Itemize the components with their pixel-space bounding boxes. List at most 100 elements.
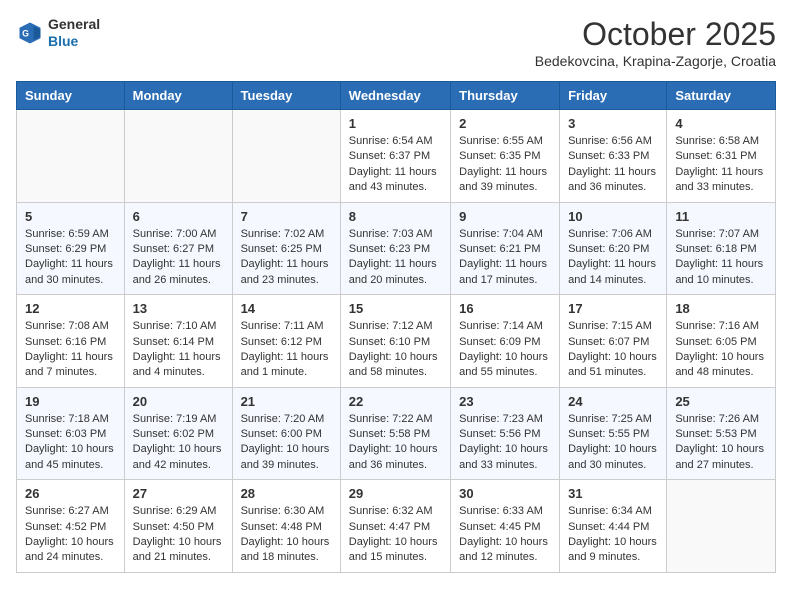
day-info: Sunrise: 7:25 AM Sunset: 5:55 PM Dayligh… [568, 412, 658, 474]
day-number: 28 [241, 486, 332, 501]
day-number: 4 [675, 116, 767, 131]
calendar-week-row: 1 Sunrise: 6:54 AM Sunset: 6:37 PM Daylig… [17, 110, 776, 203]
calendar-day-cell: 3 Sunrise: 6:56 AM Sunset: 6:33 PM Daylig… [560, 110, 667, 203]
calendar-day-cell: 15 Sunrise: 7:12 AM Sunset: 6:10 PM Dayli… [340, 295, 450, 388]
calendar-day-cell: 17Sunrise: 7:15 AM Sunset: 6:07 PM Dayli… [560, 295, 667, 388]
day-number: 21 [241, 394, 332, 409]
day-number: 20 [133, 394, 224, 409]
weekday-header-wednesday: Wednesday [340, 82, 450, 110]
day-info: Sunrise: 7:00 AM Sunset: 6:27 PM Dayligh… [133, 227, 224, 289]
svg-text:G: G [22, 28, 29, 38]
calendar-week-row: 5Sunrise: 6:59 AM Sunset: 6:29 PM Daylig… [17, 202, 776, 295]
location-subtitle: Bedekovcina, Krapina-Zagorje, Croatia [535, 53, 776, 69]
weekday-header-friday: Friday [560, 82, 667, 110]
day-info: Sunrise: 6:30 AM Sunset: 4:48 PM Dayligh… [241, 504, 332, 566]
calendar-day-cell: 27 Sunrise: 6:29 AM Sunset: 4:50 PM Dayli… [124, 480, 232, 573]
day-number: 1 [349, 116, 442, 131]
weekday-header-thursday: Thursday [451, 82, 560, 110]
day-info: Sunrise: 7:06 AM Sunset: 6:20 PM Dayligh… [568, 227, 658, 289]
calendar-day-cell: 10 Sunrise: 7:06 AM Sunset: 6:20 PM Dayli… [560, 202, 667, 295]
calendar-day-cell: 19 Sunrise: 7:18 AM Sunset: 6:03 PM Dayli… [17, 387, 125, 480]
day-info: Sunrise: 7:11 AM Sunset: 6:12 PM Dayligh… [241, 319, 332, 381]
logo-blue-text: Blue [48, 33, 100, 50]
day-info: Sunrise: 7:23 AM Sunset: 5:56 PM Dayligh… [459, 412, 551, 474]
day-number: 13 [133, 301, 224, 316]
day-number: 29 [349, 486, 442, 501]
weekday-header-tuesday: Tuesday [232, 82, 340, 110]
day-info: Sunrise: 7:10 AM Sunset: 6:14 PM Dayligh… [133, 319, 224, 381]
day-info: Sunrise: 6:55 AM Sunset: 6:35 PM Dayligh… [459, 134, 551, 196]
calendar-week-row: 26 Sunrise: 6:27 AM Sunset: 4:52 PM Dayli… [17, 480, 776, 573]
day-info: Sunrise: 7:20 AM Sunset: 6:00 PM Dayligh… [241, 412, 332, 474]
day-number: 16 [459, 301, 551, 316]
empty-day-cell [667, 480, 776, 573]
day-info: Sunrise: 6:33 AM Sunset: 4:45 PM Dayligh… [459, 504, 551, 566]
calendar-week-row: 12 Sunrise: 7:08 AM Sunset: 6:16 PM Dayli… [17, 295, 776, 388]
calendar-day-cell: 24Sunrise: 7:25 AM Sunset: 5:55 PM Dayli… [560, 387, 667, 480]
day-number: 14 [241, 301, 332, 316]
day-number: 27 [133, 486, 224, 501]
calendar-day-cell: 12 Sunrise: 7:08 AM Sunset: 6:16 PM Dayli… [17, 295, 125, 388]
calendar-day-cell: 21 Sunrise: 7:20 AM Sunset: 6:00 PM Dayli… [232, 387, 340, 480]
day-number: 12 [25, 301, 116, 316]
calendar-day-cell: 9Sunrise: 7:04 AM Sunset: 6:21 PM Daylig… [451, 202, 560, 295]
day-info: Sunrise: 7:08 AM Sunset: 6:16 PM Dayligh… [25, 319, 116, 381]
empty-day-cell [232, 110, 340, 203]
weekday-header-row: SundayMondayTuesdayWednesdayThursdayFrid… [17, 82, 776, 110]
day-number: 30 [459, 486, 551, 501]
calendar-day-cell: 8 Sunrise: 7:03 AM Sunset: 6:23 PM Daylig… [340, 202, 450, 295]
calendar-day-cell: 5Sunrise: 6:59 AM Sunset: 6:29 PM Daylig… [17, 202, 125, 295]
day-info: Sunrise: 7:15 AM Sunset: 6:07 PM Dayligh… [568, 319, 658, 381]
day-number: 26 [25, 486, 116, 501]
calendar-table: SundayMondayTuesdayWednesdayThursdayFrid… [16, 81, 776, 573]
day-number: 7 [241, 209, 332, 224]
day-info: Sunrise: 6:54 AM Sunset: 6:37 PM Dayligh… [349, 134, 442, 196]
day-info: Sunrise: 7:02 AM Sunset: 6:25 PM Dayligh… [241, 227, 332, 289]
calendar-day-cell: 23 Sunrise: 7:23 AM Sunset: 5:56 PM Dayli… [451, 387, 560, 480]
calendar-day-cell: 25Sunrise: 7:26 AM Sunset: 5:53 PM Dayli… [667, 387, 776, 480]
day-number: 18 [675, 301, 767, 316]
day-info: Sunrise: 7:18 AM Sunset: 6:03 PM Dayligh… [25, 412, 116, 474]
calendar-day-cell: 13 Sunrise: 7:10 AM Sunset: 6:14 PM Dayli… [124, 295, 232, 388]
logo: G General Blue [16, 16, 100, 50]
day-number: 10 [568, 209, 658, 224]
day-info: Sunrise: 7:12 AM Sunset: 6:10 PM Dayligh… [349, 319, 442, 381]
calendar-day-cell: 31 Sunrise: 6:34 AM Sunset: 4:44 PM Dayli… [560, 480, 667, 573]
day-number: 23 [459, 394, 551, 409]
day-info: Sunrise: 6:34 AM Sunset: 4:44 PM Dayligh… [568, 504, 658, 566]
day-number: 2 [459, 116, 551, 131]
logo-general-text: General [48, 16, 100, 33]
calendar-day-cell: 29Sunrise: 6:32 AM Sunset: 4:47 PM Dayli… [340, 480, 450, 573]
calendar-week-row: 19 Sunrise: 7:18 AM Sunset: 6:03 PM Dayli… [17, 387, 776, 480]
calendar-day-cell: 16 Sunrise: 7:14 AM Sunset: 6:09 PM Dayli… [451, 295, 560, 388]
page-header: G General Blue October 2025 Bedekovcina,… [16, 16, 776, 69]
calendar-day-cell: 14 Sunrise: 7:11 AM Sunset: 6:12 PM Dayli… [232, 295, 340, 388]
calendar-day-cell: 7 Sunrise: 7:02 AM Sunset: 6:25 PM Daylig… [232, 202, 340, 295]
day-number: 8 [349, 209, 442, 224]
calendar-day-cell: 6 Sunrise: 7:00 AM Sunset: 6:27 PM Daylig… [124, 202, 232, 295]
day-info: Sunrise: 6:27 AM Sunset: 4:52 PM Dayligh… [25, 504, 116, 566]
day-info: Sunrise: 7:03 AM Sunset: 6:23 PM Dayligh… [349, 227, 442, 289]
day-info: Sunrise: 7:19 AM Sunset: 6:02 PM Dayligh… [133, 412, 224, 474]
day-info: Sunrise: 6:29 AM Sunset: 4:50 PM Dayligh… [133, 504, 224, 566]
calendar-day-cell: 28 Sunrise: 6:30 AM Sunset: 4:48 PM Dayli… [232, 480, 340, 573]
day-info: Sunrise: 6:56 AM Sunset: 6:33 PM Dayligh… [568, 134, 658, 196]
day-info: Sunrise: 7:22 AM Sunset: 5:58 PM Dayligh… [349, 412, 442, 474]
weekday-header-sunday: Sunday [17, 82, 125, 110]
day-number: 6 [133, 209, 224, 224]
weekday-header-monday: Monday [124, 82, 232, 110]
calendar-day-cell: 2 Sunrise: 6:55 AM Sunset: 6:35 PM Daylig… [451, 110, 560, 203]
day-number: 19 [25, 394, 116, 409]
day-info: Sunrise: 7:04 AM Sunset: 6:21 PM Dayligh… [459, 227, 551, 289]
day-number: 3 [568, 116, 658, 131]
day-info: Sunrise: 7:16 AM Sunset: 6:05 PM Dayligh… [675, 319, 767, 381]
day-info: Sunrise: 7:14 AM Sunset: 6:09 PM Dayligh… [459, 319, 551, 381]
calendar-day-cell: 22Sunrise: 7:22 AM Sunset: 5:58 PM Dayli… [340, 387, 450, 480]
empty-day-cell [124, 110, 232, 203]
calendar-day-cell: 11Sunrise: 7:07 AM Sunset: 6:18 PM Dayli… [667, 202, 776, 295]
calendar-day-cell: 20 Sunrise: 7:19 AM Sunset: 6:02 PM Dayli… [124, 387, 232, 480]
calendar-day-cell: 4Sunrise: 6:58 AM Sunset: 6:31 PM Daylig… [667, 110, 776, 203]
day-number: 31 [568, 486, 658, 501]
empty-day-cell [17, 110, 125, 203]
day-number: 15 [349, 301, 442, 316]
